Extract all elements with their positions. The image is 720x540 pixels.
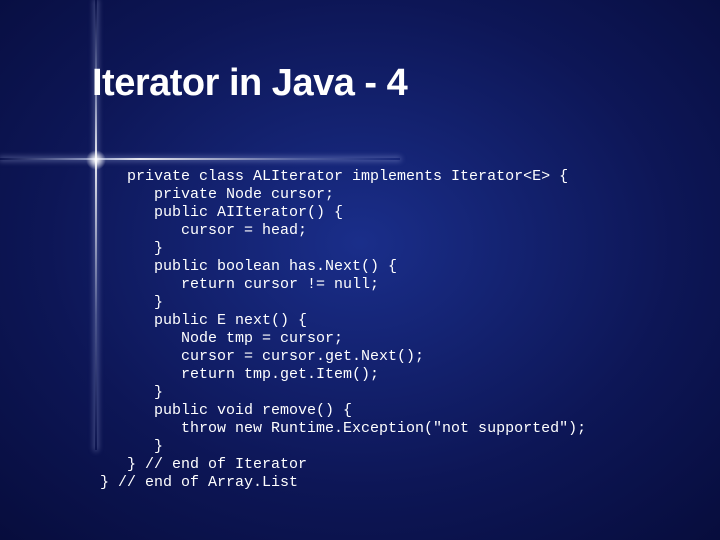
lens-flare-horizontal [0,158,400,160]
lens-flare-core [86,150,106,170]
slide-title: Iterator in Java - 4 [92,62,407,105]
code-block: private class ALIterator implements Iter… [100,168,586,492]
